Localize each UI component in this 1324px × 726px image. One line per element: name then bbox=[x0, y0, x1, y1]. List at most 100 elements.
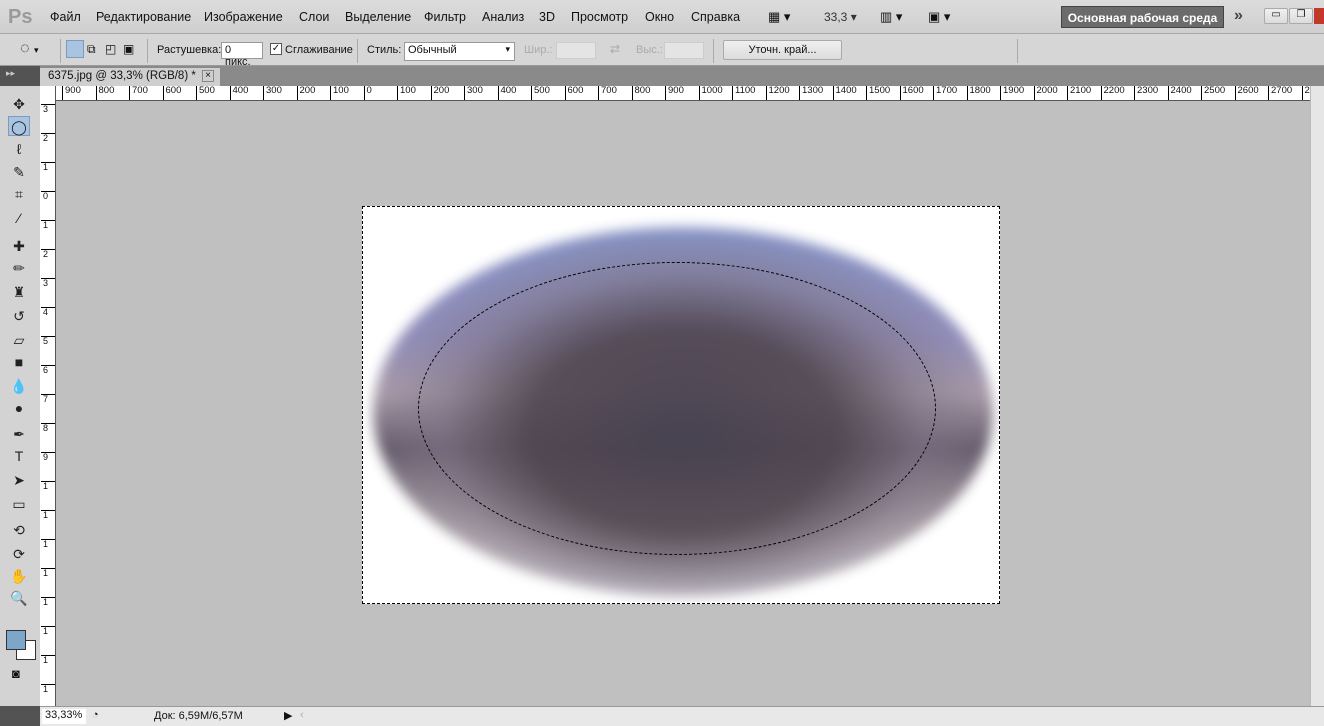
arrange-documents-icon[interactable]: ▥ ▾ bbox=[880, 9, 902, 25]
blur-tool-icon[interactable]: 💧 bbox=[8, 376, 30, 396]
more-workspaces-button[interactable]: » bbox=[1234, 7, 1243, 25]
zoom-level-dropdown[interactable]: 33,3 ▾ bbox=[824, 10, 857, 24]
ruler-tick-label: 1400 bbox=[832, 86, 857, 100]
document-canvas[interactable] bbox=[362, 206, 1000, 604]
close-tab-icon[interactable]: × bbox=[202, 70, 214, 82]
workspace-button[interactable]: Основная рабочая среда bbox=[1061, 6, 1224, 28]
minimize-button[interactable]: ▭ bbox=[1264, 8, 1288, 24]
menu-3[interactable]: Слои bbox=[299, 10, 329, 24]
quick-selection-tool-icon[interactable]: ✎ bbox=[8, 162, 30, 182]
menu-5[interactable]: Фильтр bbox=[424, 10, 466, 24]
rectangle-tool-icon[interactable]: ▭ bbox=[8, 494, 30, 514]
add-to-selection-icon[interactable]: ⧉ bbox=[87, 42, 96, 57]
quick-mask-icon[interactable]: ◙ bbox=[12, 666, 20, 681]
ruler-tick-label: 1 bbox=[41, 626, 55, 636]
crop-tool-icon[interactable]: ⌗ bbox=[8, 184, 30, 204]
ruler-tick-label: 7 bbox=[41, 394, 55, 404]
zoom-field[interactable]: 33,33% bbox=[42, 709, 86, 724]
ruler-tick-label: 2400 bbox=[1167, 86, 1192, 100]
status-bar: 33,33% ◔ Док: 6,59M/6,57M ▶ ‹ bbox=[40, 706, 1324, 726]
subtract-from-selection-icon[interactable]: ◰ bbox=[105, 42, 116, 56]
launch-bridge-icon[interactable]: ▦ ▾ bbox=[768, 9, 790, 25]
zoom-level: 33,3 bbox=[824, 10, 848, 24]
brush-tool-icon[interactable]: ✏ bbox=[8, 258, 30, 278]
ruler-tick-label: 600 bbox=[564, 86, 583, 100]
eraser-tool-icon[interactable]: ▱ bbox=[8, 330, 30, 350]
ruler-tick-label: 500 bbox=[531, 86, 550, 100]
restore-button[interactable]: ❐ bbox=[1289, 8, 1313, 24]
history-brush-tool-icon[interactable]: ↺ bbox=[8, 306, 30, 326]
ruler-tick-label: 1800 bbox=[966, 86, 991, 100]
style-value: Обычный bbox=[408, 44, 457, 56]
screen-mode-icon[interactable]: ▣ ▾ bbox=[928, 9, 950, 25]
vertical-ruler[interactable]: 3 2 1 0 1 2 3 4 5 6 7 8 9 1 1 1 1 1 1 1 1 bbox=[40, 86, 56, 706]
ruler-tick-label: 700 bbox=[598, 86, 617, 100]
elliptical-marquee-preset-icon[interactable]: ◌ ▾ bbox=[20, 40, 38, 58]
menu-10[interactable]: Справка bbox=[691, 10, 740, 24]
ruler-tick-label: 800 bbox=[95, 86, 114, 100]
swap-icon[interactable]: ⇄ bbox=[610, 42, 620, 56]
3d-rotate-tool-icon[interactable]: ⟲ bbox=[8, 520, 30, 540]
gradient-tool-icon[interactable]: ■ bbox=[8, 352, 30, 372]
elliptical-marquee-tool-icon[interactable]: ◯ bbox=[8, 116, 30, 136]
menu-4[interactable]: Выделение bbox=[345, 10, 411, 24]
ruler-tick-label: 1300 bbox=[799, 86, 823, 100]
3d-orbit-tool-icon[interactable]: ⟳ bbox=[8, 544, 30, 564]
feather-input[interactable]: 0 пикс. bbox=[221, 42, 263, 68]
menu-2[interactable]: Изображение bbox=[204, 10, 283, 24]
horizontal-scrollbar[interactable]: ‹ bbox=[300, 709, 304, 721]
menu-9[interactable]: Окно bbox=[645, 10, 674, 24]
ruler-tick-label: 1 bbox=[41, 510, 55, 520]
ruler-tick-label: 8 bbox=[41, 423, 55, 433]
type-tool-icon[interactable]: T bbox=[8, 446, 30, 466]
foreground-color-swatch[interactable] bbox=[6, 630, 26, 650]
style-select[interactable]: Обычный ▾ bbox=[404, 42, 515, 61]
horizontal-ruler[interactable]: 900 800 700 600 500 400 300 200 100 0 100 200 300 400… bbox=[56, 86, 1310, 101]
height-input[interactable] bbox=[664, 42, 704, 59]
ruler-tick-label: 900 bbox=[665, 86, 684, 100]
vertical-scrollbar[interactable] bbox=[1310, 86, 1324, 706]
ruler-tick-label: 1 bbox=[41, 568, 55, 578]
document-tab[interactable]: 6375.jpg @ 33,3% (RGB/8) * × bbox=[40, 68, 220, 86]
menu-8[interactable]: Просмотр bbox=[571, 10, 628, 24]
refine-edge-button[interactable]: Уточн. край... bbox=[723, 40, 842, 60]
intersect-selection-icon[interactable]: ▣ bbox=[123, 42, 134, 56]
lasso-tool-icon[interactable]: ℓ bbox=[8, 139, 30, 159]
ruler-tick-label: 1 bbox=[41, 684, 55, 694]
hand-tool-icon[interactable]: ✋ bbox=[8, 566, 30, 586]
document-tab-title: 6375.jpg @ 33,3% (RGB/8) * bbox=[48, 70, 196, 82]
status-arrow-icon[interactable]: ▶ bbox=[284, 709, 292, 722]
ruler-tick-label: 2000 bbox=[1033, 86, 1058, 100]
eyedropper-tool-icon[interactable]: ⁄ bbox=[8, 208, 30, 228]
antialias-checkbox[interactable]: ✓ bbox=[270, 43, 282, 55]
ruler-tick-label: 2 bbox=[41, 133, 55, 143]
collapse-panel-icon[interactable]: ▸▸ bbox=[6, 68, 15, 79]
antialias-label: Сглаживание bbox=[285, 44, 353, 56]
style-label: Стиль: bbox=[367, 44, 402, 56]
ruler-tick-label: 1500 bbox=[866, 86, 890, 100]
divider bbox=[713, 39, 714, 63]
menu-0[interactable]: Файл bbox=[50, 10, 81, 24]
menu-1[interactable]: Редактирование bbox=[96, 10, 191, 24]
width-input[interactable] bbox=[556, 42, 596, 59]
zoom-tool-icon[interactable]: 🔍 bbox=[8, 588, 30, 608]
menu-7[interactable]: 3D bbox=[539, 10, 555, 24]
move-tool-icon[interactable]: ✥ bbox=[8, 94, 30, 114]
clone-stamp-tool-icon[interactable]: ♜ bbox=[8, 282, 30, 302]
healing-brush-tool-icon[interactable]: ✚ bbox=[8, 236, 30, 256]
ruler-tick-label: 100 bbox=[330, 86, 349, 100]
ruler-tick-label: 1100 bbox=[732, 86, 755, 100]
ruler-tick-label: 3 bbox=[41, 104, 55, 114]
pen-tool-icon[interactable]: ✒ bbox=[8, 424, 30, 444]
close-window-button[interactable] bbox=[1314, 8, 1324, 24]
ruler-tick-label: 2200 bbox=[1100, 86, 1125, 100]
ruler-tick-label: 200 bbox=[430, 86, 449, 100]
dodge-tool-icon[interactable]: ● bbox=[8, 398, 30, 418]
ruler-tick-label: 1000 bbox=[698, 86, 723, 100]
menu-6[interactable]: Анализ bbox=[482, 10, 524, 24]
status-menu-icon[interactable]: ◔ bbox=[92, 709, 99, 721]
path-selection-tool-icon[interactable]: ➤ bbox=[8, 470, 30, 490]
ruler-tick-label: 1 bbox=[41, 655, 55, 665]
new-selection-icon[interactable] bbox=[66, 40, 84, 58]
width-label: Шир.: bbox=[524, 44, 553, 56]
